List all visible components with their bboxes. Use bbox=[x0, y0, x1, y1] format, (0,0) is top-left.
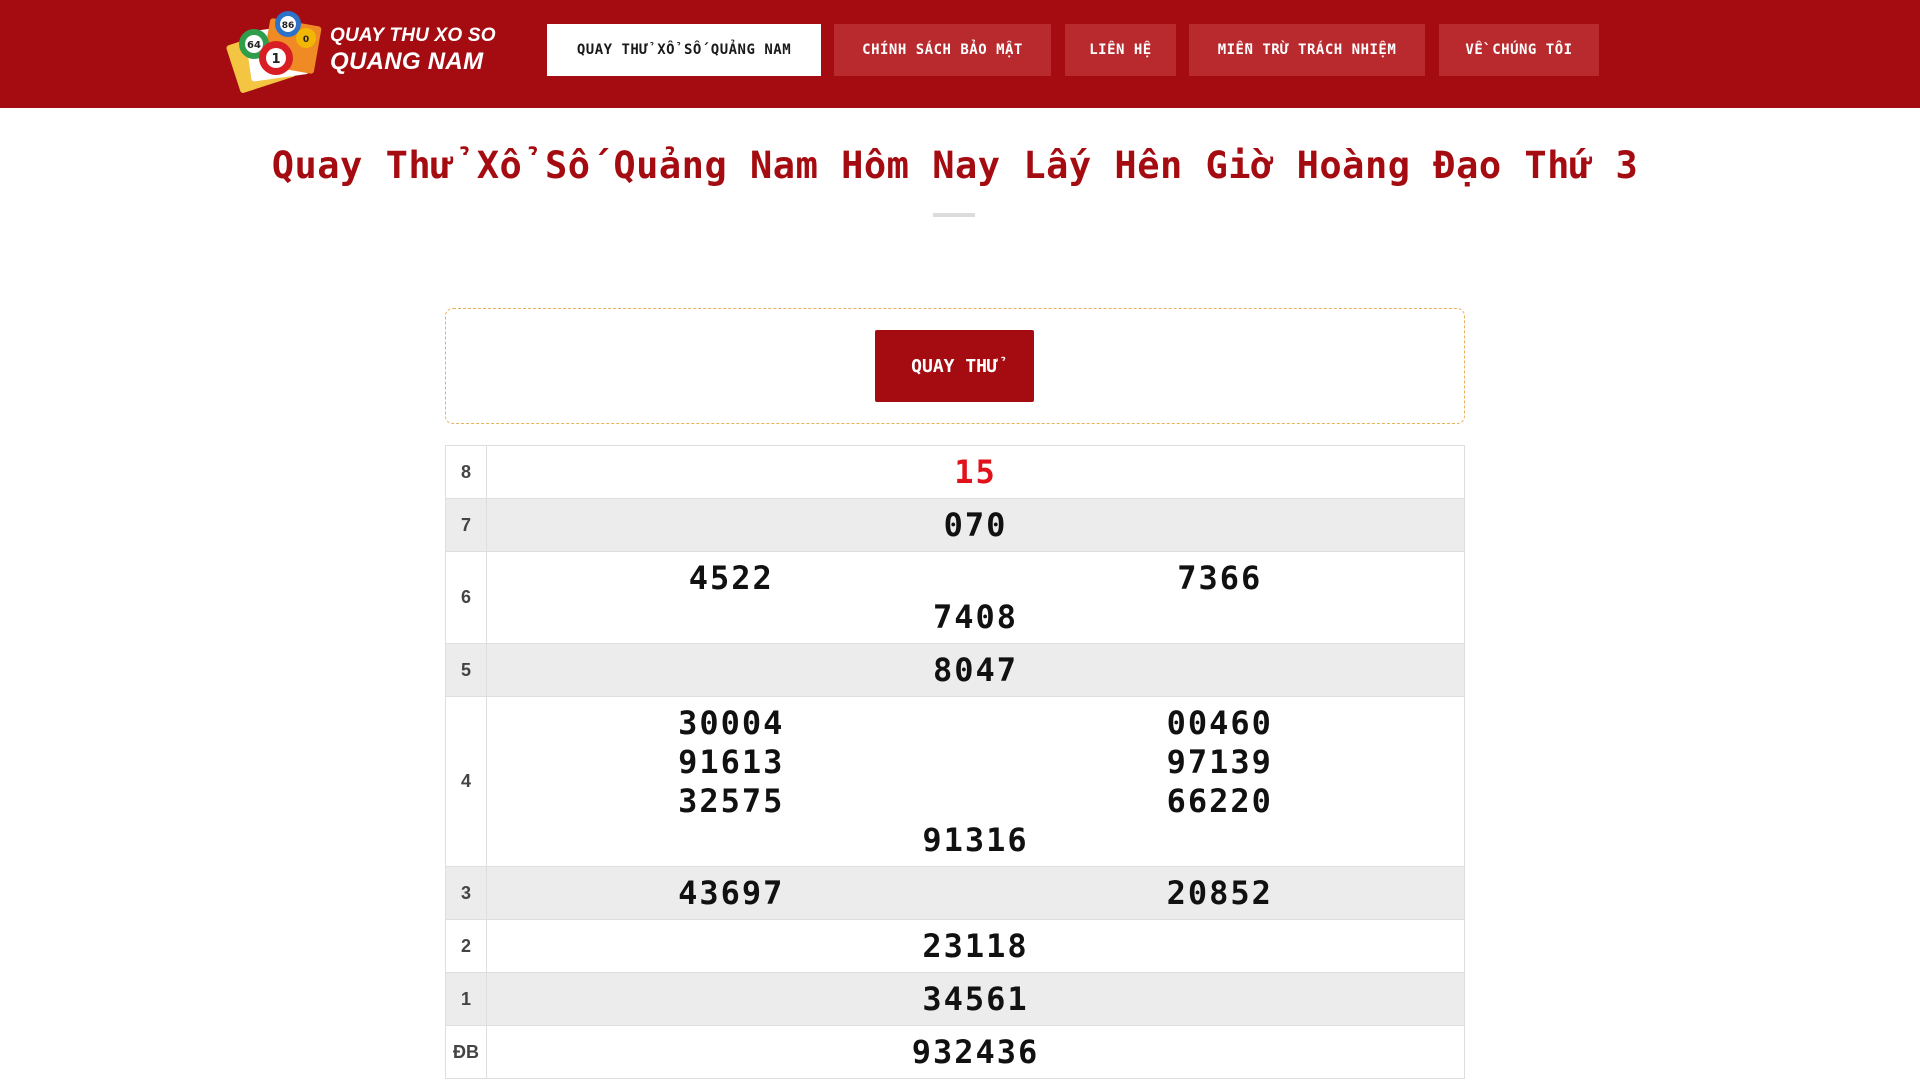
site-header: 64 86 1 0 QUAY THU XO SO QUANG NAM QUAY … bbox=[0, 0, 1920, 108]
prize-numbers: 30004 00460 91613 97139 32575 66220 91316 bbox=[487, 697, 1464, 866]
prize-number: 43697 bbox=[678, 873, 785, 912]
prize-label: 8 bbox=[446, 446, 487, 498]
nav-mien-tru-trach-nhiem[interactable]: MIỄN TRỪ TRÁCH NHIỆM bbox=[1189, 24, 1425, 76]
prize-numbers: 43697 20852 bbox=[487, 867, 1464, 919]
result-row: 5 8047 bbox=[446, 644, 1464, 697]
prize-numbers: 070 bbox=[487, 499, 1464, 551]
result-row: 7 070 bbox=[446, 499, 1464, 552]
prize-number: 070 bbox=[943, 505, 1008, 544]
svg-text:86: 86 bbox=[282, 21, 295, 31]
prize-numbers: 932436 bbox=[487, 1026, 1464, 1078]
result-row: 4 30004 00460 91613 97139 32575 66220 91316 bbox=[446, 697, 1464, 867]
prize-number: 20852 bbox=[1166, 873, 1273, 912]
svg-text:64: 64 bbox=[247, 40, 261, 51]
title-divider bbox=[933, 213, 975, 217]
prize-label: 4 bbox=[446, 697, 487, 866]
lottery-balls-icon: 64 86 1 0 bbox=[226, 11, 322, 93]
prize-label: 3 bbox=[446, 867, 487, 919]
nav-lien-he[interactable]: LIÊN HỆ bbox=[1065, 24, 1176, 76]
prize-number: 7366 bbox=[1177, 558, 1263, 597]
result-row: ĐB 932436 bbox=[446, 1026, 1464, 1079]
prize-numbers: 8047 bbox=[487, 644, 1464, 696]
nav-ve-chung-toi[interactable]: VỀ CHÚNG TÔI bbox=[1439, 24, 1599, 76]
prize-number: 4522 bbox=[688, 558, 774, 597]
prize-label: 2 bbox=[446, 920, 487, 972]
logo-text: QUAY THU XO SO QUANG NAM bbox=[330, 26, 496, 74]
prize-label: 1 bbox=[446, 973, 487, 1025]
site-logo[interactable]: 64 86 1 0 QUAY THU XO SO QUANG NAM bbox=[226, 6, 496, 94]
prize-number: 97139 bbox=[1166, 742, 1273, 781]
prize-label: 6 bbox=[446, 552, 487, 643]
svg-text:1: 1 bbox=[271, 52, 280, 67]
prize-number: 8047 bbox=[932, 650, 1019, 689]
prize-label: ĐB bbox=[446, 1026, 487, 1078]
prize-number: 00460 bbox=[1166, 703, 1273, 742]
nav-quay-thu[interactable]: QUAY THỬ XỔ SỐ QUẢNG NAM bbox=[547, 24, 821, 76]
nav-chinh-sach-bao-mat[interactable]: CHÍNH SÁCH BẢO MẬT bbox=[834, 24, 1051, 76]
prize-numbers: 23118 bbox=[487, 920, 1464, 972]
prize-number: 66220 bbox=[1166, 781, 1273, 820]
prize-number: 91613 bbox=[678, 742, 785, 781]
prize-number: 15 bbox=[954, 452, 997, 491]
prize-number: 32575 bbox=[678, 781, 785, 820]
result-row: 3 43697 20852 bbox=[446, 867, 1464, 920]
prize-numbers: 15 bbox=[487, 446, 1464, 498]
prize-number: 30004 bbox=[678, 703, 785, 742]
logo-line-2: QUANG NAM bbox=[330, 48, 484, 75]
prize-number: 34561 bbox=[922, 979, 1029, 1018]
spin-button[interactable]: QUAY THỬ bbox=[875, 330, 1034, 402]
prize-label: 5 bbox=[446, 644, 487, 696]
svg-text:0: 0 bbox=[303, 35, 309, 45]
prize-number: 91316 bbox=[922, 820, 1029, 859]
result-row: 2 23118 bbox=[446, 920, 1464, 973]
result-row: 8 15 bbox=[446, 446, 1464, 499]
result-row: 6 4522 7366 7408 bbox=[446, 552, 1464, 644]
prize-label: 7 bbox=[446, 499, 487, 551]
results-table: 8 15 7 070 6 4522 7366 7408 5 8047 4 30004 00460 9161… bbox=[445, 445, 1465, 1079]
prize-number: 23118 bbox=[922, 926, 1029, 965]
prize-number: 7408 bbox=[932, 597, 1019, 636]
prize-numbers: 34561 bbox=[487, 973, 1464, 1025]
prize-number: 932436 bbox=[911, 1032, 1040, 1071]
logo-line-1: QUAY THU XO SO bbox=[330, 25, 496, 46]
prize-numbers: 4522 7366 7408 bbox=[487, 552, 1464, 643]
result-row: 1 34561 bbox=[446, 973, 1464, 1026]
page-title: Quay Thử Xổ Số Quảng Nam Hôm Nay Lấy Hên… bbox=[271, 144, 1639, 187]
